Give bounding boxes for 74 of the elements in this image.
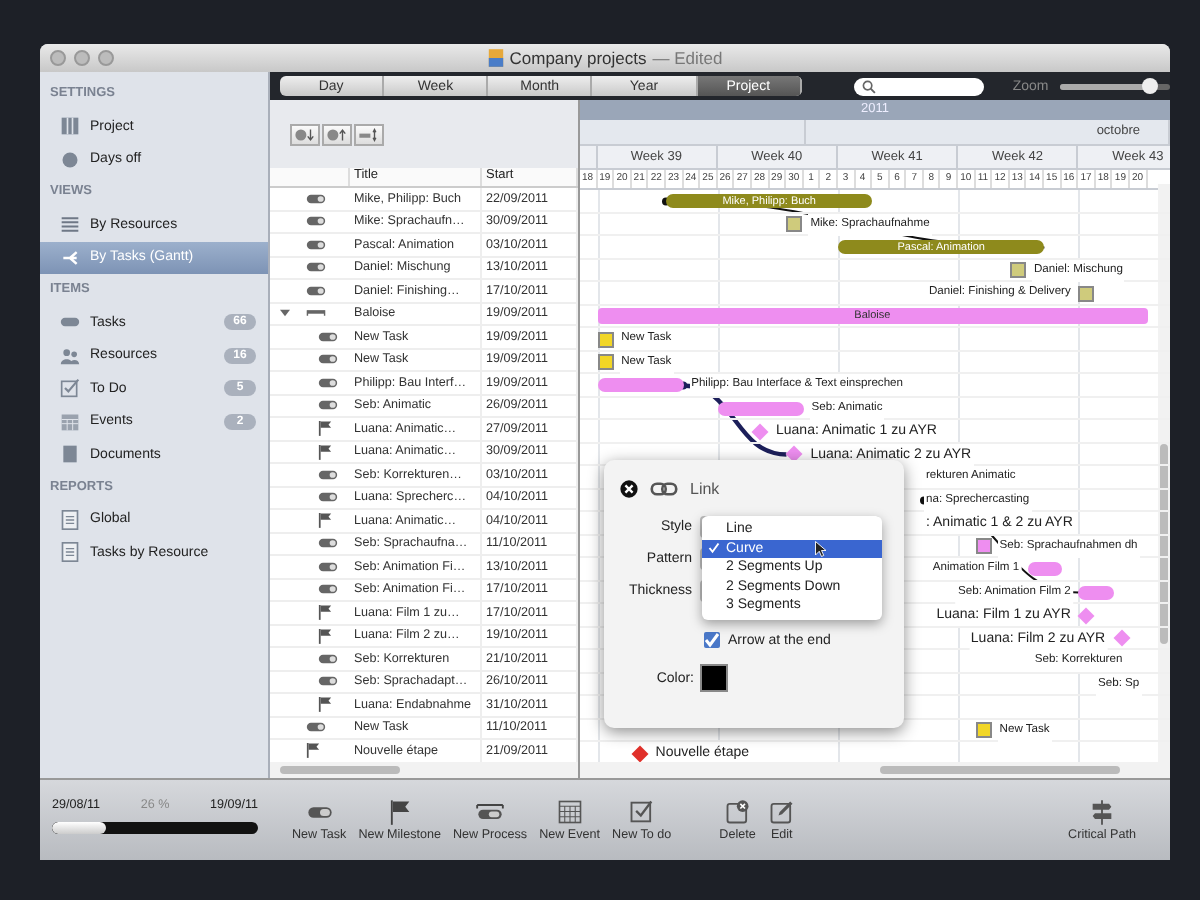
- scrollbar-thumb[interactable]: [880, 766, 1120, 774]
- people-icon: [60, 345, 80, 366]
- pill-icon: [318, 561, 338, 572]
- pill-icon: [318, 584, 338, 595]
- document-icon: [60, 444, 80, 465]
- checkbox-icon: [627, 798, 656, 826]
- pill-icon: [306, 262, 326, 273]
- report-icon: [60, 542, 80, 563]
- critical-path-icon: [1088, 798, 1117, 826]
- pill-icon: [318, 400, 338, 411]
- task-box[interactable]: [786, 216, 803, 232]
- sort-down-button[interactable]: [290, 123, 320, 145]
- summary-bar-icon: [306, 308, 326, 319]
- pill-icon: [318, 653, 338, 664]
- checkmark-icon: [708, 542, 720, 555]
- task-box[interactable]: [1010, 262, 1026, 278]
- flag-icon: [306, 742, 320, 759]
- document-icon: [487, 48, 504, 68]
- slider-thumb[interactable]: [1142, 77, 1159, 93]
- bar-arrows-icon: [358, 127, 380, 141]
- pill-icon: [318, 538, 338, 549]
- list-icon: [60, 214, 80, 235]
- task-bar[interactable]: [1078, 585, 1114, 599]
- task-box[interactable]: [597, 354, 614, 370]
- scrollbar-thumb[interactable]: [1160, 444, 1168, 644]
- color-well[interactable]: [700, 664, 728, 692]
- flag-icon: [318, 604, 332, 621]
- chain-link-icon: [650, 481, 678, 495]
- edit-status: — Edited: [652, 48, 723, 68]
- ball-arrow-down-icon: [294, 127, 316, 141]
- pill-icon: [306, 239, 326, 250]
- task-box[interactable]: [975, 538, 992, 554]
- checkmark-icon: [704, 632, 720, 648]
- close-icon[interactable]: [620, 479, 638, 497]
- indent-button[interactable]: [354, 123, 384, 145]
- search-field[interactable]: [853, 77, 985, 95]
- mouse-pointer-icon: [814, 540, 826, 558]
- pill-icon: [306, 722, 326, 733]
- grid-icon: [60, 116, 80, 137]
- pill-icon: [318, 354, 338, 365]
- scrollbar-thumb[interactable]: [280, 766, 400, 774]
- pill-icon: [318, 469, 338, 480]
- delete-icon: [723, 798, 752, 826]
- pill-icon: [318, 377, 338, 388]
- task-box[interactable]: [975, 722, 992, 738]
- pill-icon: [306, 285, 326, 296]
- flag-icon: [385, 798, 414, 826]
- zoom-slider[interactable]: [1060, 83, 1170, 89]
- task-box[interactable]: [597, 331, 614, 347]
- tree-icon: [60, 247, 80, 268]
- pill-icon: [306, 216, 326, 227]
- calendar-icon: [60, 411, 80, 432]
- task-box[interactable]: [1078, 285, 1095, 301]
- checkbox-icon: [60, 378, 80, 399]
- pill-icon: [318, 676, 338, 687]
- flag-icon: [318, 696, 332, 713]
- flag-icon: [318, 512, 332, 529]
- report-icon: [60, 509, 80, 530]
- checkbox[interactable]: [704, 632, 720, 648]
- task-bar[interactable]: [1027, 562, 1062, 576]
- pill-icon: [318, 331, 338, 342]
- calendar-icon: [555, 798, 584, 826]
- sort-up-button[interactable]: [322, 123, 352, 145]
- flag-icon: [318, 627, 332, 644]
- search-icon: [861, 79, 876, 93]
- flag-icon: [318, 443, 332, 460]
- circle-icon: [60, 149, 80, 170]
- ball-arrow-up-icon: [326, 127, 348, 141]
- pill-icon: [318, 492, 338, 503]
- flag-icon: [318, 420, 332, 437]
- pill-icon: [306, 193, 326, 204]
- edit-icon: [767, 798, 796, 826]
- window-title: Company projects: [509, 48, 647, 68]
- popover-title: Link: [690, 479, 720, 497]
